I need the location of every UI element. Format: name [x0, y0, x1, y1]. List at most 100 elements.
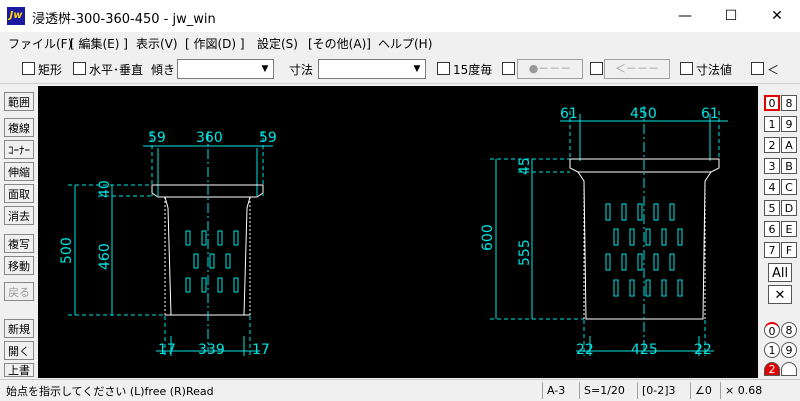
angle-field[interactable]: ∠0	[690, 382, 717, 399]
tool-open-button[interactable]: 開く	[4, 341, 34, 360]
dimval-label: 寸法値	[696, 63, 733, 77]
slope-label: 傾き	[151, 63, 176, 77]
layer-6-button[interactable]: 6	[764, 221, 780, 237]
layer-c-button[interactable]: C	[781, 179, 797, 195]
layer-2-button[interactable]: 2	[764, 137, 780, 153]
left-dim-bottom-3: 17	[252, 342, 270, 358]
right-dim-side-1: 45	[517, 157, 533, 175]
jw-app-icon: Jw	[7, 7, 25, 25]
menu-bar: ファイル(F) [ 編集(E) ] 表示(V) [ 作図(D) ] 設定(S) …	[0, 32, 800, 53]
menu-settings[interactable]: 設定(S)	[257, 35, 298, 52]
layer-e-button[interactable]: E	[781, 221, 797, 237]
left-dim-top-3: 59	[259, 130, 277, 146]
group-empty-button[interactable]	[781, 362, 797, 376]
tool-range-button[interactable]: 範囲	[4, 92, 34, 111]
close-button[interactable]: ✕	[754, 0, 800, 32]
left-dim-bottom-1: 17	[158, 342, 176, 358]
tool-parallel-button[interactable]: 複線	[4, 118, 34, 137]
layer-f-button[interactable]: F	[781, 242, 797, 258]
right-dim-top-3: 61	[701, 106, 719, 122]
rect-checkbox[interactable]	[22, 62, 35, 75]
right-dim-top-1: 61	[560, 106, 578, 122]
window-title: 浸透桝-300-360-450 - jw_win	[32, 12, 216, 27]
cad-drawing: 59 360 59 17 339 17 40 460 500 61 450 61…	[59, 106, 728, 358]
menu-view[interactable]: 表示(V)	[136, 35, 178, 52]
dropdown-arrow-icon: ▼	[413, 64, 421, 74]
layer-a-button[interactable]: A	[781, 137, 797, 153]
menu-draw[interactable]: [ 作図(D) ]	[185, 35, 245, 52]
group-1-button[interactable]: 1	[764, 342, 780, 358]
layer-0-button[interactable]: 0	[764, 95, 780, 111]
paper-size[interactable]: A-3	[542, 382, 577, 399]
arrow1-button[interactable]: ●－－－	[517, 59, 583, 79]
tool-move-button[interactable]: 移動	[4, 256, 34, 275]
options-toolbar: 矩形 水平･垂直 傾き ▼ 寸法 ▼ 15度毎 ●－－－ ＜－－－ 寸法値 ＜	[0, 53, 800, 84]
scale-field[interactable]: S=1/20	[579, 382, 634, 399]
maximize-button[interactable]: ☐	[708, 0, 754, 32]
menu-edit[interactable]: [ 編集(E) ]	[70, 35, 128, 52]
rect-label: 矩形	[38, 63, 63, 77]
deg15-checkbox[interactable]	[437, 62, 450, 75]
deg15-label: 15度毎	[453, 63, 493, 77]
lt-checkbox[interactable]	[751, 62, 764, 75]
left-dim-side-3: 500	[59, 237, 75, 264]
menu-other[interactable]: [その他(A)]	[308, 35, 371, 52]
arrow1-checkbox[interactable]	[502, 62, 515, 75]
right-dim-side-2: 555	[517, 239, 533, 266]
drawing-canvas[interactable]: 59 360 59 17 339 17 40 460 500 61 450 61…	[38, 86, 758, 378]
zoom-field[interactable]: × 0.68	[720, 382, 797, 399]
arrow2-button[interactable]: ＜－－－	[604, 59, 670, 79]
lt-label: ＜	[767, 63, 780, 77]
layer-field[interactable]: [0-2]3	[637, 382, 688, 399]
title-bar: Jw 浸透桝-300-360-450 - jw_win — ☐ ✕	[0, 0, 800, 32]
layer-palette: 0 8 1 9 2 A 3 B 4 C 5 D 6 E 7 F All ✕ 0 …	[760, 86, 800, 378]
layer-1-button[interactable]: 1	[764, 116, 780, 132]
menu-file[interactable]: ファイル(F)	[8, 35, 72, 52]
hv-label: 水平･垂直	[89, 63, 144, 77]
tool-chamfer-button[interactable]: 面取	[4, 184, 34, 203]
left-dim-side-1: 40	[97, 180, 113, 198]
arrow2-checkbox[interactable]	[590, 62, 603, 75]
layer-5-button[interactable]: 5	[764, 200, 780, 216]
dropdown-arrow-icon: ▼	[261, 64, 269, 74]
dim-label: 寸法	[289, 63, 314, 77]
group-2-button[interactable]: 2	[764, 362, 780, 376]
right-dim-side-3: 600	[480, 224, 496, 251]
left-dim-side-2: 460	[97, 243, 113, 270]
tool-erase-button[interactable]: 消去	[4, 206, 34, 225]
left-tool-palette: 範囲 複線 ｺｰﾅｰ 伸縮 面取 消去 複写 移動 戻る 新規 開く 上書	[0, 86, 38, 378]
right-dim-bottom-2: 425	[631, 342, 658, 358]
layer-4-button[interactable]: 4	[764, 179, 780, 195]
layer-8-button[interactable]: 8	[781, 95, 797, 111]
group-8-button[interactable]: 8	[781, 322, 797, 338]
cross-icon[interactable]: ✕	[768, 285, 792, 304]
right-dim-top-2: 450	[630, 106, 657, 122]
left-dim-top-1: 59	[148, 130, 166, 146]
hv-checkbox[interactable]	[73, 62, 86, 75]
tool-undo-button[interactable]: 戻る	[4, 282, 34, 301]
right-basin-drawing	[490, 106, 728, 356]
status-message: 始点を指示してください (L)free (R)Read	[6, 385, 214, 398]
layer-d-button[interactable]: D	[781, 200, 797, 216]
tool-copy-button[interactable]: 複写	[4, 234, 34, 253]
left-dim-bottom-2: 339	[198, 342, 225, 358]
dim-combo[interactable]: ▼	[318, 59, 426, 79]
group-0-button[interactable]: 0	[764, 322, 780, 338]
right-dim-bottom-3: 22	[694, 342, 712, 358]
slope-combo[interactable]: ▼	[177, 59, 274, 79]
layer-9-button[interactable]: 9	[781, 116, 797, 132]
all-layers-button[interactable]: All	[768, 263, 792, 282]
tool-new-button[interactable]: 新規	[4, 319, 34, 338]
left-dim-top-2: 360	[196, 130, 223, 146]
dimval-checkbox[interactable]	[680, 62, 693, 75]
layer-3-button[interactable]: 3	[764, 158, 780, 174]
status-bar: 始点を指示してください (L)free (R)Read A-3 S=1/20 […	[0, 379, 800, 401]
minimize-button[interactable]: —	[662, 0, 708, 32]
group-9-button[interactable]: 9	[781, 342, 797, 358]
layer-7-button[interactable]: 7	[764, 242, 780, 258]
tool-extend-button[interactable]: 伸縮	[4, 162, 34, 181]
tool-corner-button[interactable]: ｺｰﾅｰ	[4, 140, 34, 159]
tool-save-button[interactable]: 上書	[4, 363, 34, 377]
layer-b-button[interactable]: B	[781, 158, 797, 174]
menu-help[interactable]: ヘルプ(H)	[378, 35, 432, 52]
